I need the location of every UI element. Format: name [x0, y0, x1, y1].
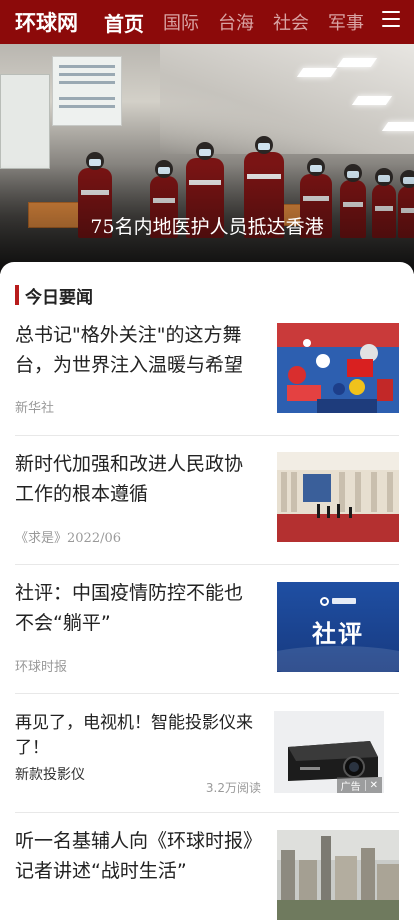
news-list-panel: 今日要闻 总书记"格外关注"的这方舞台，为世界注入温暖与希望 新华社 新时代加强… — [0, 262, 414, 920]
news-title[interactable]: 社评：中国疫情防控不能也不会“躺平” — [15, 578, 261, 638]
thumbnail-arc — [277, 646, 399, 672]
ceiling-light — [381, 122, 414, 131]
editorial-label: 社评 — [312, 620, 364, 648]
news-thumbnail[interactable]: 社评 — [277, 582, 399, 672]
ad-badge: 广告 ✕ — [336, 777, 382, 793]
city-image — [277, 830, 399, 920]
ceiling-light — [336, 58, 378, 67]
news-title[interactable]: 总书记"格外关注"的这方舞台，为世界注入温暖与希望 — [15, 320, 261, 380]
hero-banner[interactable]: 75名内地医护人员抵达香港 — [0, 44, 414, 274]
tab-military[interactable]: 军事 — [328, 9, 364, 35]
ad-label: 广告 — [340, 781, 361, 793]
news-item[interactable]: 社评：中国疫情防控不能也不会“躺平” 环球时报 社评 — [15, 578, 399, 694]
news-source: 环球时报 — [15, 660, 68, 675]
news-thumbnail[interactable] — [277, 452, 399, 542]
tab-home[interactable]: 首页 — [104, 8, 144, 37]
section-title: 今日要闻 — [25, 287, 93, 308]
ceiling-light — [351, 96, 393, 105]
ad-title[interactable]: 再见了，电视机！智能投影仪来了！ — [15, 711, 261, 761]
logo-wordmark — [332, 598, 356, 604]
tab-international[interactable]: 国际 — [163, 9, 199, 35]
news-source: 新华社 — [15, 401, 55, 416]
news-item[interactable]: 听一名基辅人向《环球时报》记者讲述“战时生活” — [15, 826, 399, 920]
news-title[interactable]: 新时代加强和改进人民政协工作的根本遵循 — [15, 449, 261, 509]
hero-signboard — [0, 74, 50, 169]
ad-subtitle: 新款投影仪 — [15, 767, 85, 783]
site-logo[interactable]: 环球网 — [15, 7, 78, 37]
close-icon[interactable]: ✕ — [364, 779, 382, 791]
news-thumbnail[interactable] — [277, 323, 399, 413]
tab-society[interactable]: 社会 — [273, 9, 309, 35]
globe-logo-icon — [320, 597, 329, 606]
news-item[interactable]: 新时代加强和改进人民政协工作的根本遵循 《求是》2022/06 — [15, 449, 399, 565]
news-thumbnail[interactable] — [277, 830, 399, 920]
section-header: 今日要闻 — [15, 285, 93, 308]
ad-image[interactable]: 广告 ✕ — [274, 711, 384, 793]
nav-tabs: 首页 国际 台海 社会 军事 — [104, 0, 383, 44]
news-title[interactable]: 听一名基辅人向《环球时报》记者讲述“战时生活” — [15, 826, 261, 886]
ad-item[interactable]: 再见了，电视机！智能投影仪来了！ 新款投影仪 3.2万阅读 广告 ✕ — [15, 711, 399, 813]
ceiling-light — [296, 68, 338, 77]
menu-icon[interactable] — [382, 11, 400, 31]
paralympics-image — [277, 323, 399, 413]
news-item[interactable]: 总书记"格外关注"的这方舞台，为世界注入温暖与希望 新华社 — [15, 320, 399, 436]
tab-taiwan-strait[interactable]: 台海 — [218, 9, 254, 35]
news-source: 《求是》2022/06 — [15, 531, 122, 546]
read-count: 3.2万阅读 — [205, 781, 261, 795]
top-nav-bar: 环球网 首页 国际 台海 社会 军事 — [0, 0, 414, 44]
section-accent-bar — [15, 285, 19, 305]
conference-hall-image — [277, 452, 399, 542]
hero-signboard — [52, 56, 122, 126]
hero-caption: 75名内地医护人员抵达香港 — [90, 216, 324, 238]
